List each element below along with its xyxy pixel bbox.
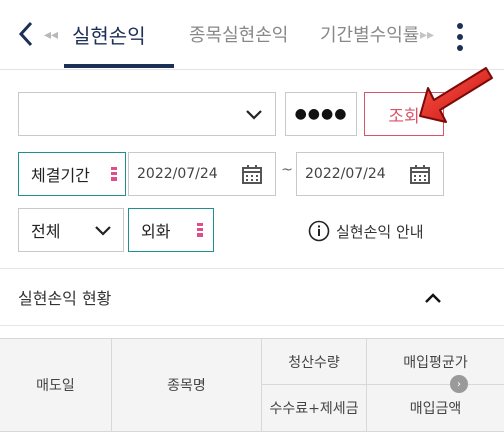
currency-select[interactable]: 외화	[128, 208, 214, 252]
chevron-down-icon	[246, 110, 262, 120]
tabs-scroll-left-icon[interactable]: ◂◂	[44, 26, 66, 44]
table-body	[0, 431, 504, 441]
summary-section-header[interactable]: 실현손익 현황	[0, 268, 504, 326]
column-header-purchase-amount: 매입금액	[409, 401, 462, 417]
calendar-icon[interactable]	[241, 164, 263, 184]
calendar-icon[interactable]	[409, 164, 431, 184]
account-select[interactable]	[18, 92, 276, 136]
guide-label: 실현손익 안내	[336, 222, 424, 241]
info-circle-icon	[308, 220, 330, 242]
tabs-scroll-right-icon[interactable]: ▸▸	[420, 26, 442, 44]
active-tab-indicator	[64, 64, 174, 68]
period-label: 체결기간	[18, 152, 126, 196]
chevron-up-icon[interactable]	[422, 287, 444, 309]
chevron-down-icon	[95, 226, 111, 236]
chevron-left-icon	[18, 21, 33, 47]
tab-realized-pnl[interactable]: 실현손익	[72, 20, 146, 52]
more-menu-button[interactable]	[450, 20, 470, 54]
date-separator: ~	[281, 162, 293, 178]
required-marker-icon	[111, 167, 117, 181]
tab-period-return[interactable]: 기간별수익률	[320, 20, 419, 52]
period-label-text: 체결기간	[31, 166, 90, 185]
realized-pnl-table: 매도일 종목명 청산수량 매입평균가 수수료+제세금 매입금액 ›	[0, 338, 504, 441]
start-date-field[interactable]: 2022/07/24	[128, 152, 276, 196]
back-button[interactable]	[14, 16, 38, 52]
tab-stock-realized-pnl[interactable]: 종목실현손익	[189, 20, 288, 52]
section-title: 실현손익 현황	[18, 289, 112, 308]
column-header-stock-name: 종목명	[112, 339, 262, 431]
column-header-avg-price: 매입평균가	[367, 339, 504, 385]
start-date-value: 2022/07/24	[137, 166, 218, 182]
currency-value: 외화	[141, 222, 171, 241]
type-select-value: 전체	[31, 222, 61, 241]
column-header-fees-tax: 수수료+제세금	[262, 385, 367, 431]
columns-scroll-right-icon[interactable]: ›	[450, 375, 468, 393]
realized-pnl-guide-link[interactable]: 실현손익 안내	[308, 216, 424, 246]
column-header-quantity: 청산수량	[262, 339, 367, 385]
end-date-value: 2022/07/24	[305, 166, 386, 182]
password-field[interactable]: ●●●●	[285, 92, 357, 136]
annotation-arrow-icon	[419, 67, 493, 123]
type-select[interactable]: 전체	[18, 208, 124, 252]
column-header-sale-date: 매도일	[0, 339, 112, 431]
end-date-field[interactable]: 2022/07/24	[296, 152, 444, 196]
vertical-dots-icon	[457, 23, 463, 29]
required-marker-icon	[197, 223, 203, 237]
